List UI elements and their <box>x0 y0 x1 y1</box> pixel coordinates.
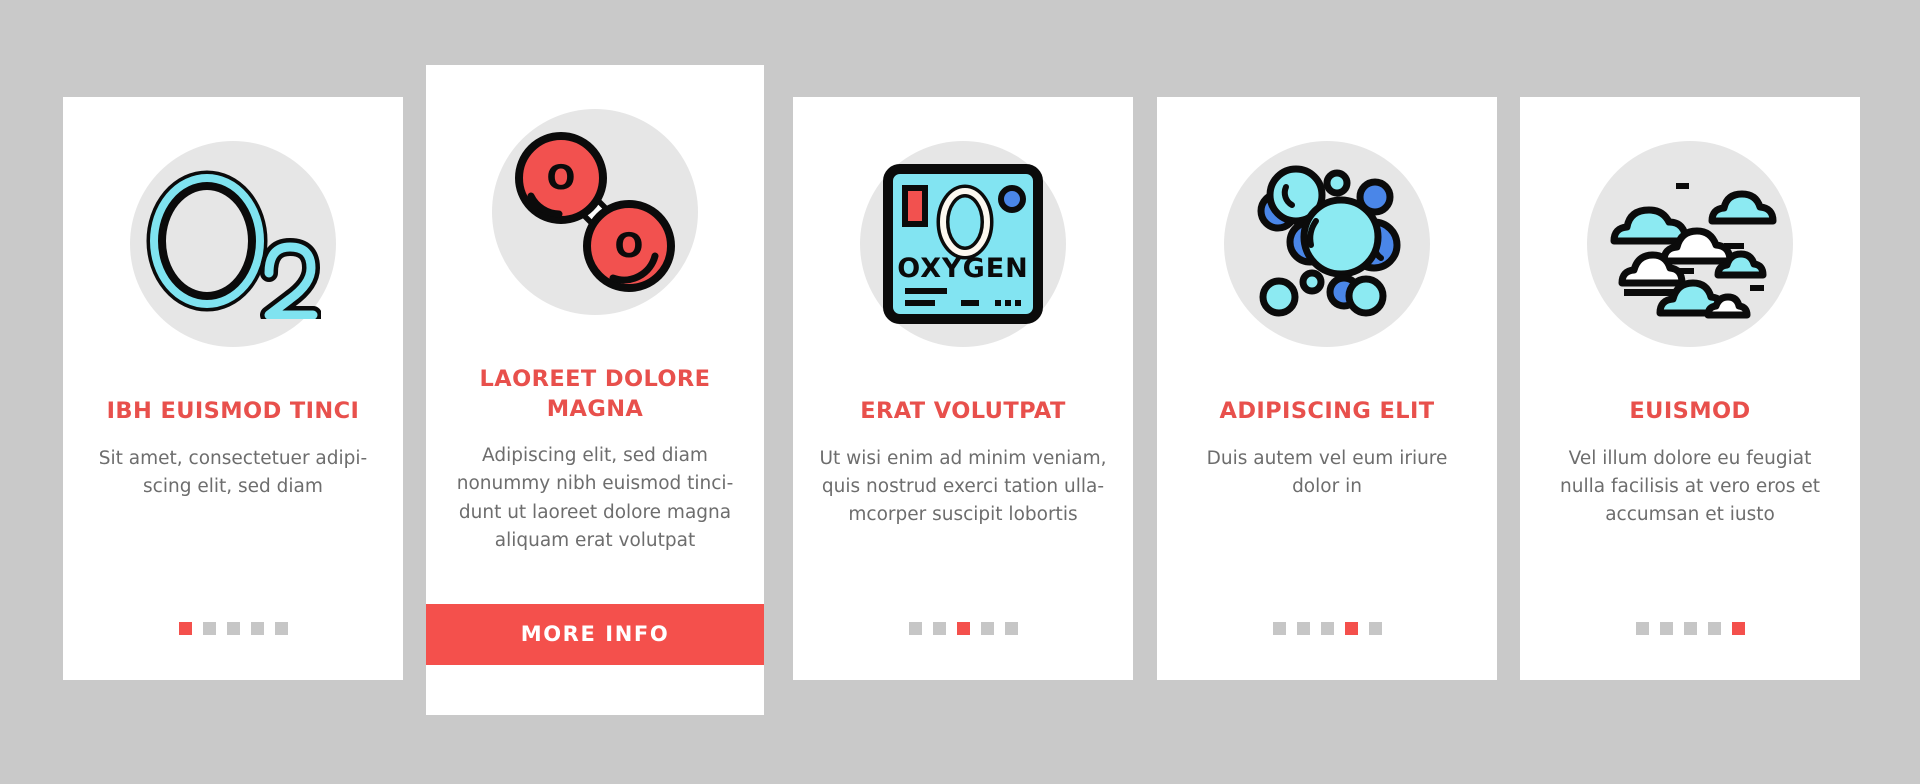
oxygen-element-card-icon: OXYGEN <box>860 141 1066 347</box>
pagination-dot-3[interactable] <box>1683 622 1697 635</box>
card-title: IBH EUISMOD TINCI <box>106 398 360 424</box>
pagination-dots[interactable] <box>1272 622 1382 635</box>
onboarding-card-3[interactable]: OXYGEN ERAT VOLUTPAT Ut wisi enim ad min… <box>793 97 1133 680</box>
onboarding-card-5[interactable]: EUISMOD Vel illum dolore eu feugiat nulla… <box>1520 97 1860 680</box>
pagination-dot-5[interactable] <box>1731 622 1745 635</box>
pagination-dot-2[interactable] <box>1659 622 1673 635</box>
o2-formula-icon <box>130 141 336 347</box>
card-description: Adipiscing elit, sed diam nonummy nibh eu… <box>456 445 734 551</box>
onboarding-card-2-featured[interactable]: O O LAOREET DOLORE MAGNA Adipiscing elit… <box>426 65 764 715</box>
pagination-dot-4[interactable] <box>1707 622 1721 635</box>
pagination-dot-1[interactable] <box>178 622 192 635</box>
pagination-dot-2[interactable] <box>932 622 946 635</box>
card-title: EUISMOD <box>1629 398 1751 424</box>
pagination-dot-5[interactable] <box>274 622 288 635</box>
card-description: Ut wisi enim ad minim veniam, quis nostru… <box>819 447 1107 525</box>
svg-text:OXYGEN: OXYGEN <box>897 253 1029 284</box>
pagination-dot-3[interactable] <box>226 622 240 635</box>
pagination-dot-4[interactable] <box>1344 622 1358 635</box>
pagination-dot-5[interactable] <box>1004 622 1018 635</box>
card-title: ADIPISCING ELIT <box>1219 398 1435 424</box>
card-description: Duis autem vel eum iriure dolor in <box>1206 447 1448 497</box>
svg-text:O: O <box>547 158 576 198</box>
pagination-dots[interactable] <box>178 622 288 635</box>
pagination-dot-4[interactable] <box>250 622 264 635</box>
pagination-dot-3[interactable] <box>956 622 970 635</box>
more-info-button[interactable]: MORE INFO <box>426 604 764 665</box>
pagination-dot-1[interactable] <box>1272 622 1286 635</box>
onboarding-screens-stage: IBH EUISMOD TINCI Sit amet, consectetuer… <box>0 0 1920 784</box>
pagination-dot-2[interactable] <box>202 622 216 635</box>
svg-text:O: O <box>615 226 644 266</box>
card-bottom-padding <box>426 665 764 715</box>
pagination-dots[interactable] <box>908 622 1018 635</box>
pagination-dot-2[interactable] <box>1296 622 1310 635</box>
card-title: ERAT VOLUTPAT <box>860 398 1066 424</box>
pagination-dot-1[interactable] <box>1635 622 1649 635</box>
pagination-dot-4[interactable] <box>980 622 994 635</box>
card-description: Sit amet, consectetuer adipi-scing elit,… <box>98 447 368 497</box>
card-description: Vel illum dolore eu feugiat nulla facilis… <box>1560 447 1820 525</box>
oxygen-bubbles-icon <box>1224 141 1430 347</box>
pagination-dots[interactable] <box>1635 622 1745 635</box>
oxygen-molecule-icon: O O <box>492 109 698 315</box>
pagination-dot-5[interactable] <box>1368 622 1382 635</box>
card-title: LAOREET DOLORE MAGNA <box>479 366 711 422</box>
pagination-dot-1[interactable] <box>908 622 922 635</box>
pagination-dot-3[interactable] <box>1320 622 1334 635</box>
clouds-icon <box>1587 141 1793 347</box>
onboarding-card-4[interactable]: ADIPISCING ELIT Duis autem vel eum iriur… <box>1157 97 1497 680</box>
onboarding-card-1[interactable]: IBH EUISMOD TINCI Sit amet, consectetuer… <box>63 97 403 680</box>
